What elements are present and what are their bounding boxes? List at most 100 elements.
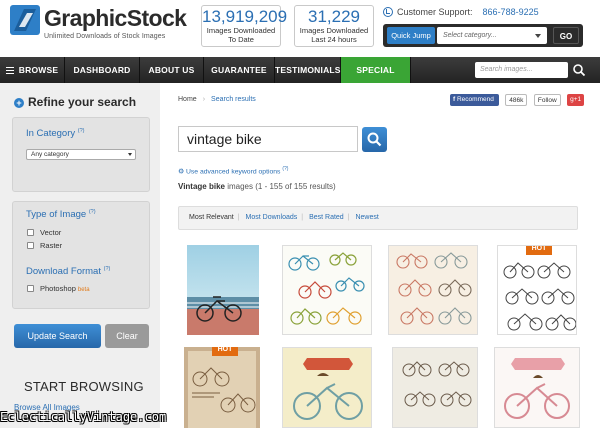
stat-label: Images Downloaded [299,26,369,35]
watermark-text: EclecticallyVintage.com [0,410,167,424]
logo-icon[interactable] [10,5,40,35]
search-button[interactable] [568,60,590,80]
breadcrumb-home[interactable]: Home [178,96,197,103]
bike-card-image [283,348,371,427]
support-phone[interactable]: 866-788-9225 [483,7,539,17]
result-thumbnail[interactable] [187,245,259,335]
search-submit-button[interactable] [362,127,387,152]
menu-icon [5,67,14,74]
checkbox[interactable] [27,229,34,236]
category-heading: In Category (?) [26,128,85,140]
quick-jump-label: Quick Jump [387,27,435,44]
checkbox[interactable] [27,242,34,249]
category-select[interactable]: Select category... [437,27,547,44]
go-button[interactable]: GO [553,27,579,44]
category-select-value: Select category... [443,32,497,39]
nav-item-guarantee[interactable]: GUARANTEE [204,57,275,83]
stat-downloads-total: 13,919,209 Images Downloaded To Date [201,5,288,47]
bike-illustration-image [389,246,477,334]
advanced-options-link[interactable]: ⚙ Use advanced keyword options (?) [178,166,288,175]
stat-downloads-24h: 31,229 Images Downloaded Last 24 hours [294,5,374,47]
gear-icon: ⚙ [178,168,185,176]
results-query: Vintage bike [178,182,225,191]
chevron-down-icon [535,34,541,38]
category-filter: In Category (?) Any category [12,117,150,192]
site-header: GraphicStock Unlimited Downloads of Stoc… [0,0,600,55]
nav-item-dashboard[interactable]: DASHBOARD [65,57,140,83]
checkbox-photoshop[interactable]: Photoshop beta [27,284,90,293]
help-icon: (?) [103,266,111,272]
logo-text[interactable]: GraphicStock [44,5,187,31]
hot-badge: HOT [526,246,552,255]
stat-label: Images Downloaded [206,26,276,35]
refine-sidebar: + Refine your search In Category (?) Any … [0,83,160,428]
site-search-input[interactable]: Search images... [475,62,568,78]
start-browsing-heading: START BROWSING [24,379,144,394]
sort-best-rated[interactable]: Best Rated [309,214,344,221]
customer-support: Customer Support: 866-788-9225 [383,7,539,17]
gplus-button[interactable]: g+1 [567,94,585,106]
results-summary: Vintage bike images (1 - 155 of 155 resu… [178,182,336,191]
result-thumbnail[interactable] [282,245,372,335]
nav-item-label: BROWSE [18,65,59,75]
clear-button[interactable]: Clear [105,324,149,348]
result-thumbnail[interactable] [494,347,580,428]
search-icon [573,64,586,77]
refine-title-text: Refine your search [28,95,137,109]
nav-item-about-us[interactable]: ABOUT US [140,57,204,83]
type-format-filter: Type of Image (?) Vector Raster Download… [12,201,150,309]
chevron-down-icon [128,153,132,156]
bike-poster-image [184,347,260,428]
breadcrumb: Home › Search results [178,96,256,103]
quick-jump-bar: Quick Jump Select category... GO [383,24,583,47]
breadcrumb-current[interactable]: Search results [211,96,256,103]
sort-newest[interactable]: Newest [355,214,378,221]
results-count: images (1 - 155 of 155 results) [227,182,336,191]
bike-card-image [393,348,477,427]
help-icon: (?) [282,166,289,172]
result-thumbnail[interactable] [392,347,478,428]
category-dropdown-value: Any category [31,151,69,158]
hot-badge: HOT [212,347,238,356]
support-label: Customer Support: [397,7,473,17]
logo-tagline: Unlimited Downloads of Stock Images [44,33,166,40]
bike-card-image [495,348,579,427]
search-icon [367,132,382,147]
category-dropdown[interactable]: Any category [26,149,136,160]
nav-item-testimonials[interactable]: TESTIMONIALS [275,57,341,83]
checkbox-raster[interactable]: Raster [27,241,62,250]
twitter-follow-button[interactable]: Follow [533,94,561,106]
stat-label: Last 24 hours [311,35,357,44]
bike-illustration-image [283,246,371,334]
page: GraphicStock Unlimited Downloads of Stoc… [0,0,600,428]
main-nav: BROWSE DASHBOARD ABOUT US GUARANTEE TEST… [0,57,600,101]
beta-badge: beta [77,287,90,293]
result-thumbnail[interactable] [282,347,372,428]
checkbox[interactable] [27,285,34,292]
result-thumbnail[interactable] [388,245,478,335]
sort-most-relevant[interactable]: Most Relevant [189,214,234,221]
stat-label: To Date [228,35,254,44]
result-thumbnail[interactable]: HOT [497,245,577,335]
help-icon: (?) [77,128,85,134]
sort-most-downloads[interactable]: Most Downloads [246,214,298,221]
result-thumbnail[interactable]: HOT [184,347,260,428]
sort-bar: Most Relevant | Most Downloads | Best Rate… [178,206,578,230]
bike-photo-image [187,245,259,335]
facebook-recommend-button[interactable]: f Recommend [450,94,499,106]
social-buttons: f Recommend 486k Follow g+1 [450,94,586,107]
stat-number: 13,919,209 [202,7,288,26]
twitter-count: 486k [505,94,528,106]
phone-icon [383,7,393,17]
nav-item-special-offer[interactable]: SPECIAL OFFER [341,57,411,101]
format-heading: Download Format (?) [26,266,111,278]
bike-sketch-image [498,246,576,334]
search-query-input[interactable]: vintage bike [178,126,358,152]
plus-icon: + [14,98,24,108]
stat-number: 31,229 [308,7,360,26]
refine-title: + Refine your search [14,95,136,109]
checkbox-vector[interactable]: Vector [27,228,61,237]
nav-item-browse[interactable]: BROWSE [0,57,65,83]
type-heading: Type of Image (?) [26,209,96,221]
update-search-button[interactable]: Update Search [14,324,101,348]
